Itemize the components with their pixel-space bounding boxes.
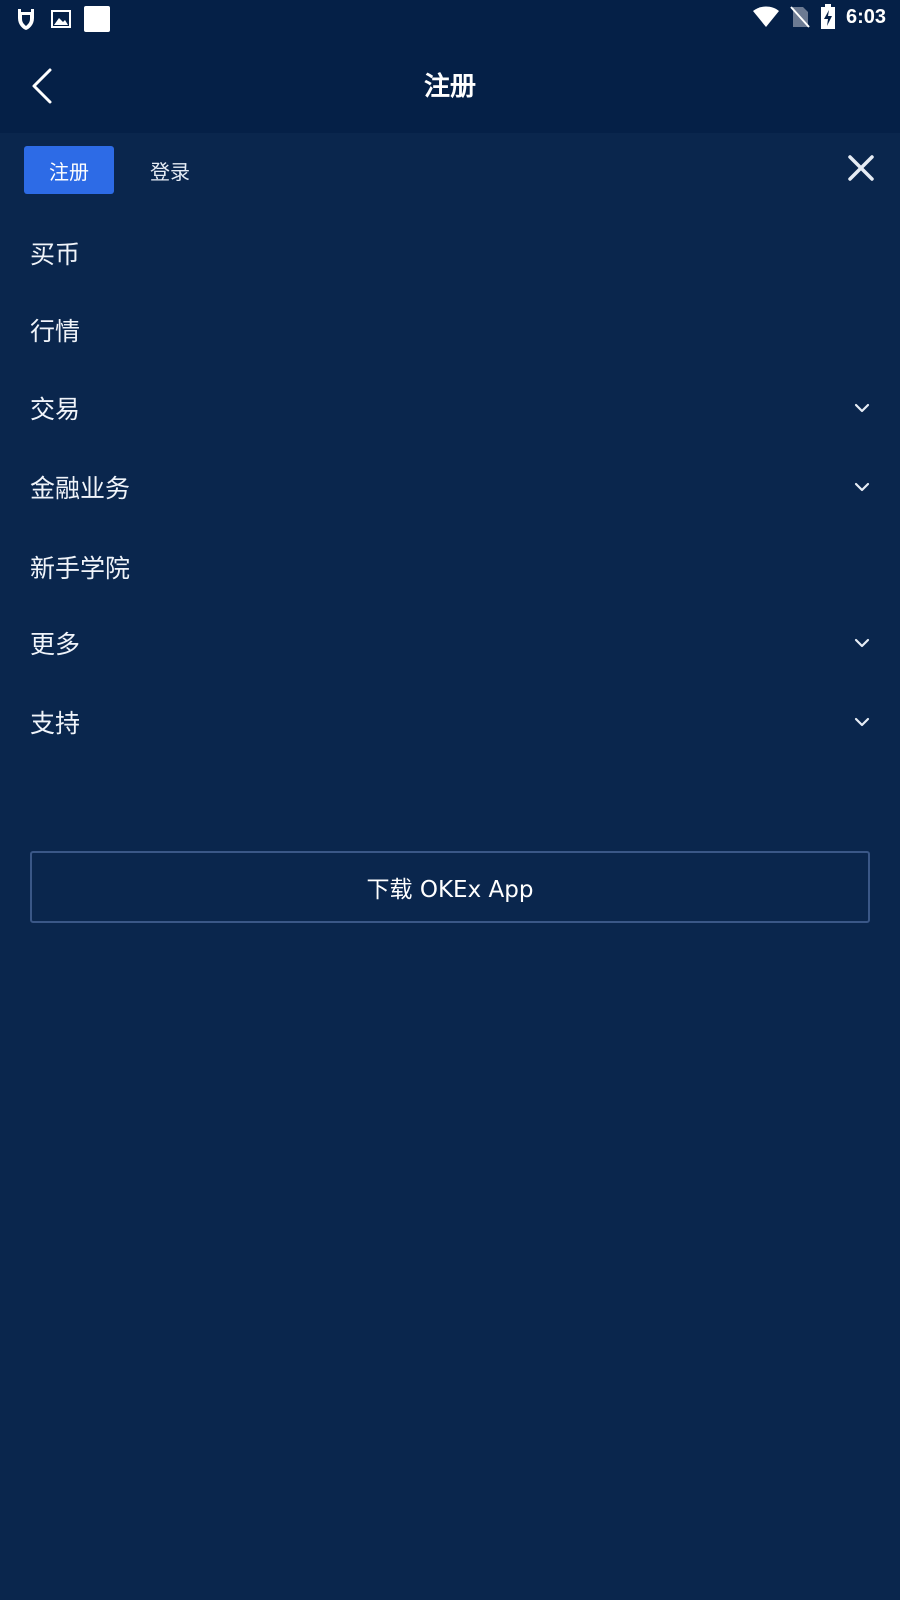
menu-item-academy[interactable]: 新手学院 — [30, 537, 872, 597]
no-sim-icon — [790, 6, 810, 28]
chevron-down-icon — [854, 403, 870, 413]
menu-item-label: 行情 — [30, 317, 81, 346]
white-square-icon — [84, 6, 110, 32]
menu-item-label: 更多 — [30, 630, 81, 659]
menu-item-more[interactable]: 更多 — [30, 613, 872, 673]
menu-panel: 注册 登录 买币 行情 交易 金融业务 新手学院 更多 支持 下载 OKEx A… — [0, 133, 900, 1600]
shield-icon — [18, 9, 34, 30]
menu-item-trade[interactable]: 交易 — [30, 378, 872, 438]
chevron-down-icon — [854, 717, 870, 727]
wifi-icon — [752, 6, 779, 27]
menu-item-support[interactable]: 支持 — [30, 692, 872, 752]
download-app-button[interactable]: 下载 OKEx App — [30, 851, 870, 923]
menu-item-label: 支持 — [30, 709, 81, 738]
menu-item-label: 新手学院 — [30, 554, 131, 583]
close-icon[interactable] — [846, 153, 876, 183]
page-title: 注册 — [423, 72, 476, 102]
menu-item-label: 金融业务 — [30, 474, 131, 503]
chevron-down-icon — [854, 638, 870, 648]
auth-tabs: 注册 登录 — [24, 146, 226, 194]
menu-item-finance[interactable]: 金融业务 — [30, 457, 872, 517]
chevron-down-icon — [854, 482, 870, 492]
image-icon — [51, 10, 71, 28]
menu-item-label: 买币 — [30, 240, 81, 269]
menu-item-label: 交易 — [30, 395, 81, 424]
menu-item-buy-coin[interactable]: 买币 — [30, 223, 872, 283]
status-bar: 6:03 — [0, 0, 900, 38]
tab-login[interactable]: 登录 — [114, 146, 226, 194]
status-time: 6:03 — [845, 5, 886, 28]
menu-item-market[interactable]: 行情 — [30, 300, 872, 360]
title-bar: 注册 — [0, 38, 900, 133]
tab-register[interactable]: 注册 — [24, 146, 114, 194]
battery-charging-icon — [820, 4, 835, 29]
